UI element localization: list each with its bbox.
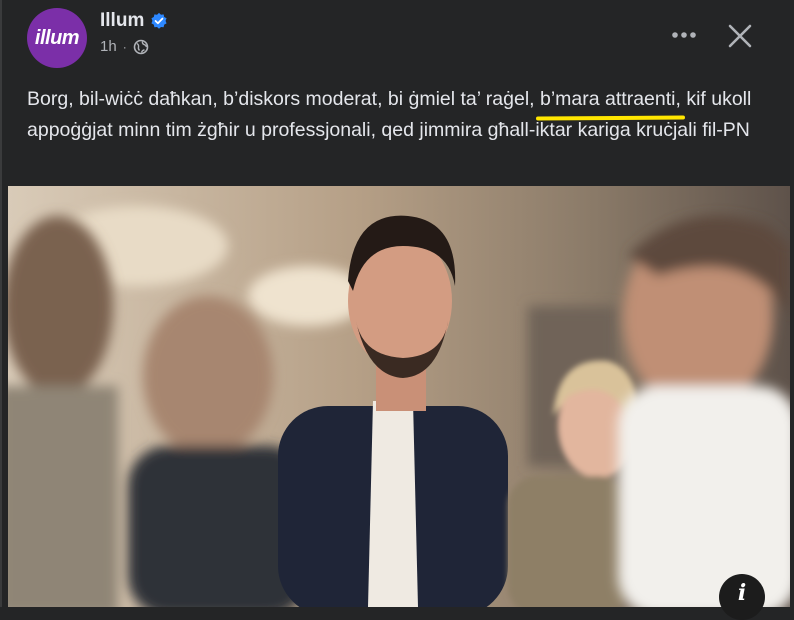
- avatar-logo-text: illum: [34, 26, 80, 49]
- separator-dot: ·: [122, 39, 127, 54]
- caption-highlight-text: b’mara attraenti,: [540, 88, 681, 110]
- avatar[interactable]: illum: [27, 8, 87, 68]
- info-icon: i: [737, 580, 747, 606]
- close-button[interactable]: [720, 16, 760, 56]
- post-caption: Borg, bil-wiċċ daħkan, b’diskors moderat…: [27, 84, 777, 146]
- info-button[interactable]: i: [719, 574, 765, 620]
- post-header: illum Illum 1h ·: [2, 0, 794, 75]
- verified-badge-icon: [151, 12, 167, 29]
- facebook-post: illum Illum 1h · Borg, bil-wiċċ daħkan, …: [0, 0, 794, 620]
- author-name[interactable]: Illum: [100, 10, 144, 32]
- author-row: Illum: [100, 10, 168, 32]
- globe-icon: [133, 39, 148, 54]
- close-icon: [728, 24, 752, 48]
- caption-highlight: b’mara attraenti,: [535, 84, 685, 121]
- caption-text-start: Borg, bil-wiċċ daħkan, b’diskors moderat…: [27, 88, 540, 110]
- photo-illustration: [8, 186, 790, 607]
- post-meta: 1h ·: [100, 38, 149, 55]
- timestamp[interactable]: 1h: [100, 38, 117, 55]
- post-photo[interactable]: [8, 186, 790, 607]
- more-options-button[interactable]: [664, 18, 704, 52]
- more-options-icon: [672, 32, 696, 38]
